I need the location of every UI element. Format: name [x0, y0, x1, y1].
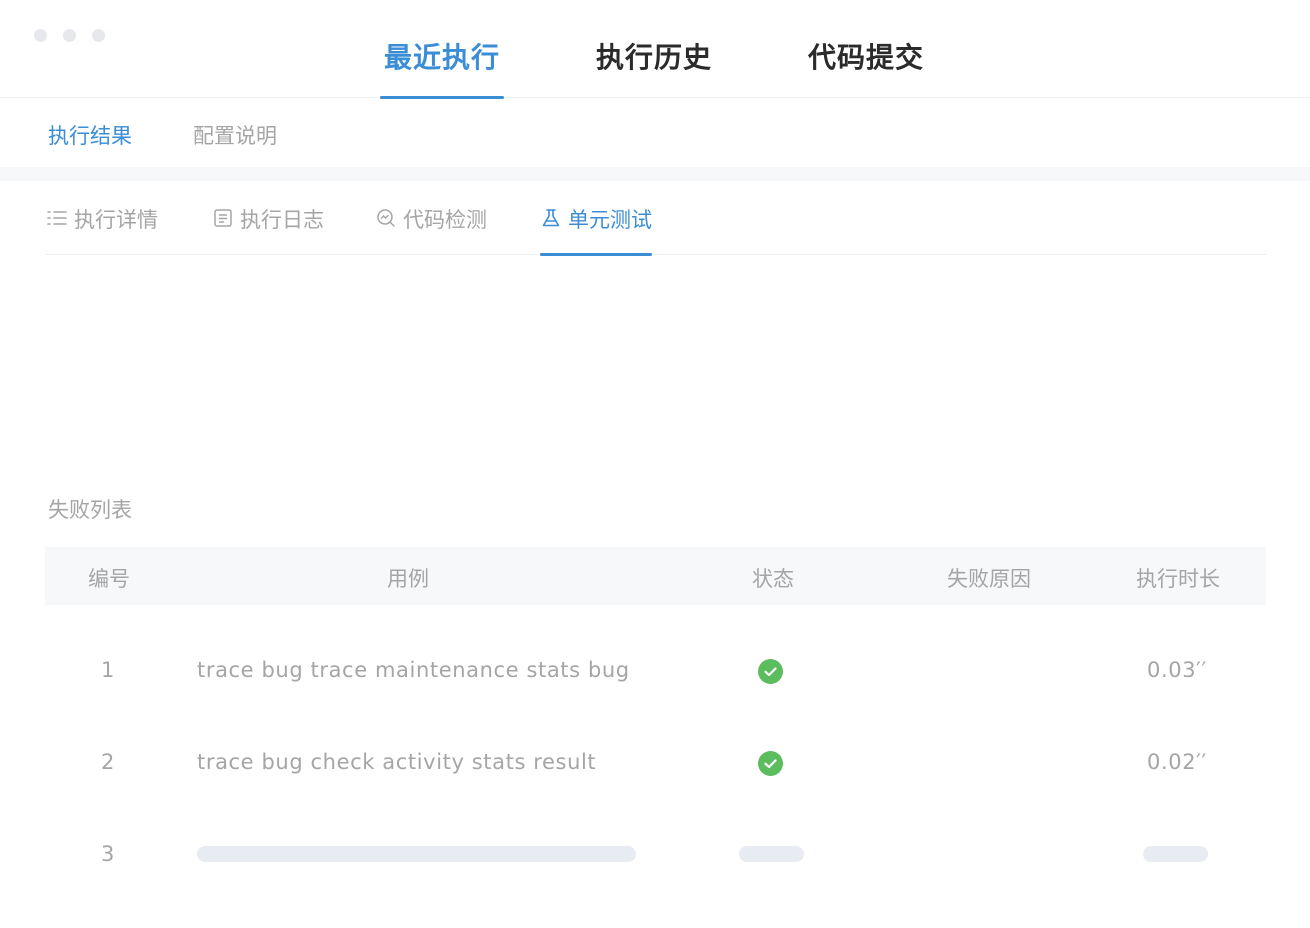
row-id: 1	[101, 658, 115, 682]
column-header-duration: 执行时长	[1136, 567, 1220, 591]
skeleton-duration-placeholder	[1143, 846, 1208, 862]
tab-run-details[interactable]: 执行详情	[46, 204, 158, 255]
row-case-name: trace bug trace maintenance stats bug	[197, 658, 630, 682]
detail-tab-bar: 执行详情 执行日志 代码检测 单元测试	[46, 181, 1266, 256]
column-header-status: 状态	[752, 567, 794, 591]
column-header-case: 用例	[387, 567, 429, 591]
sub-tab-bar: 执行结果 配置说明	[0, 98, 1310, 168]
skeleton-case-placeholder	[197, 846, 636, 862]
tab-recent-runs[interactable]: 最近执行	[379, 36, 505, 99]
list-icon	[46, 207, 68, 229]
tab-config-notes[interactable]: 配置说明	[193, 120, 277, 150]
row-duration: 0.02′′	[1147, 750, 1207, 774]
tab-run-details-label: 执行详情	[74, 208, 158, 232]
row-id: 2	[101, 750, 115, 774]
table-header: 编号 用例 状态 失败原因 执行时长	[45, 547, 1266, 605]
table-row-loading: 3	[45, 809, 1266, 901]
table-row[interactable]: 2 trace bug check activity stats result …	[45, 717, 1266, 809]
section-divider-band	[0, 167, 1310, 181]
failure-list-title: 失败列表	[48, 498, 132, 522]
code-scan-icon	[375, 207, 397, 229]
tab-unit-test[interactable]: 单元测试	[540, 204, 652, 256]
row-case-name: trace bug check activity stats result	[197, 750, 597, 774]
tab-code-commits[interactable]: 代码提交	[808, 36, 924, 98]
success-check-icon	[758, 659, 783, 684]
row-id: 3	[101, 842, 115, 866]
row-duration: 0.03′′	[1147, 658, 1207, 682]
tab-unit-test-label: 单元测试	[568, 208, 652, 232]
column-header-failure-reason: 失败原因	[947, 567, 1031, 591]
log-icon	[212, 207, 234, 229]
tab-code-scan-label: 代码检测	[403, 208, 487, 232]
success-check-icon	[758, 751, 783, 776]
skeleton-status-placeholder	[739, 846, 804, 862]
column-header-id: 编号	[88, 567, 130, 591]
top-tab-bar: 最近执行 执行历史 代码提交	[0, 0, 1310, 99]
tab-run-log[interactable]: 执行日志	[212, 204, 324, 255]
table-row[interactable]: 1 trace bug trace maintenance stats bug …	[45, 625, 1266, 717]
flask-icon	[540, 207, 562, 229]
tab-run-history[interactable]: 执行历史	[596, 36, 712, 98]
tab-run-result[interactable]: 执行结果	[48, 120, 132, 150]
tab-code-scan[interactable]: 代码检测	[375, 204, 487, 255]
tab-run-log-label: 执行日志	[240, 208, 324, 232]
